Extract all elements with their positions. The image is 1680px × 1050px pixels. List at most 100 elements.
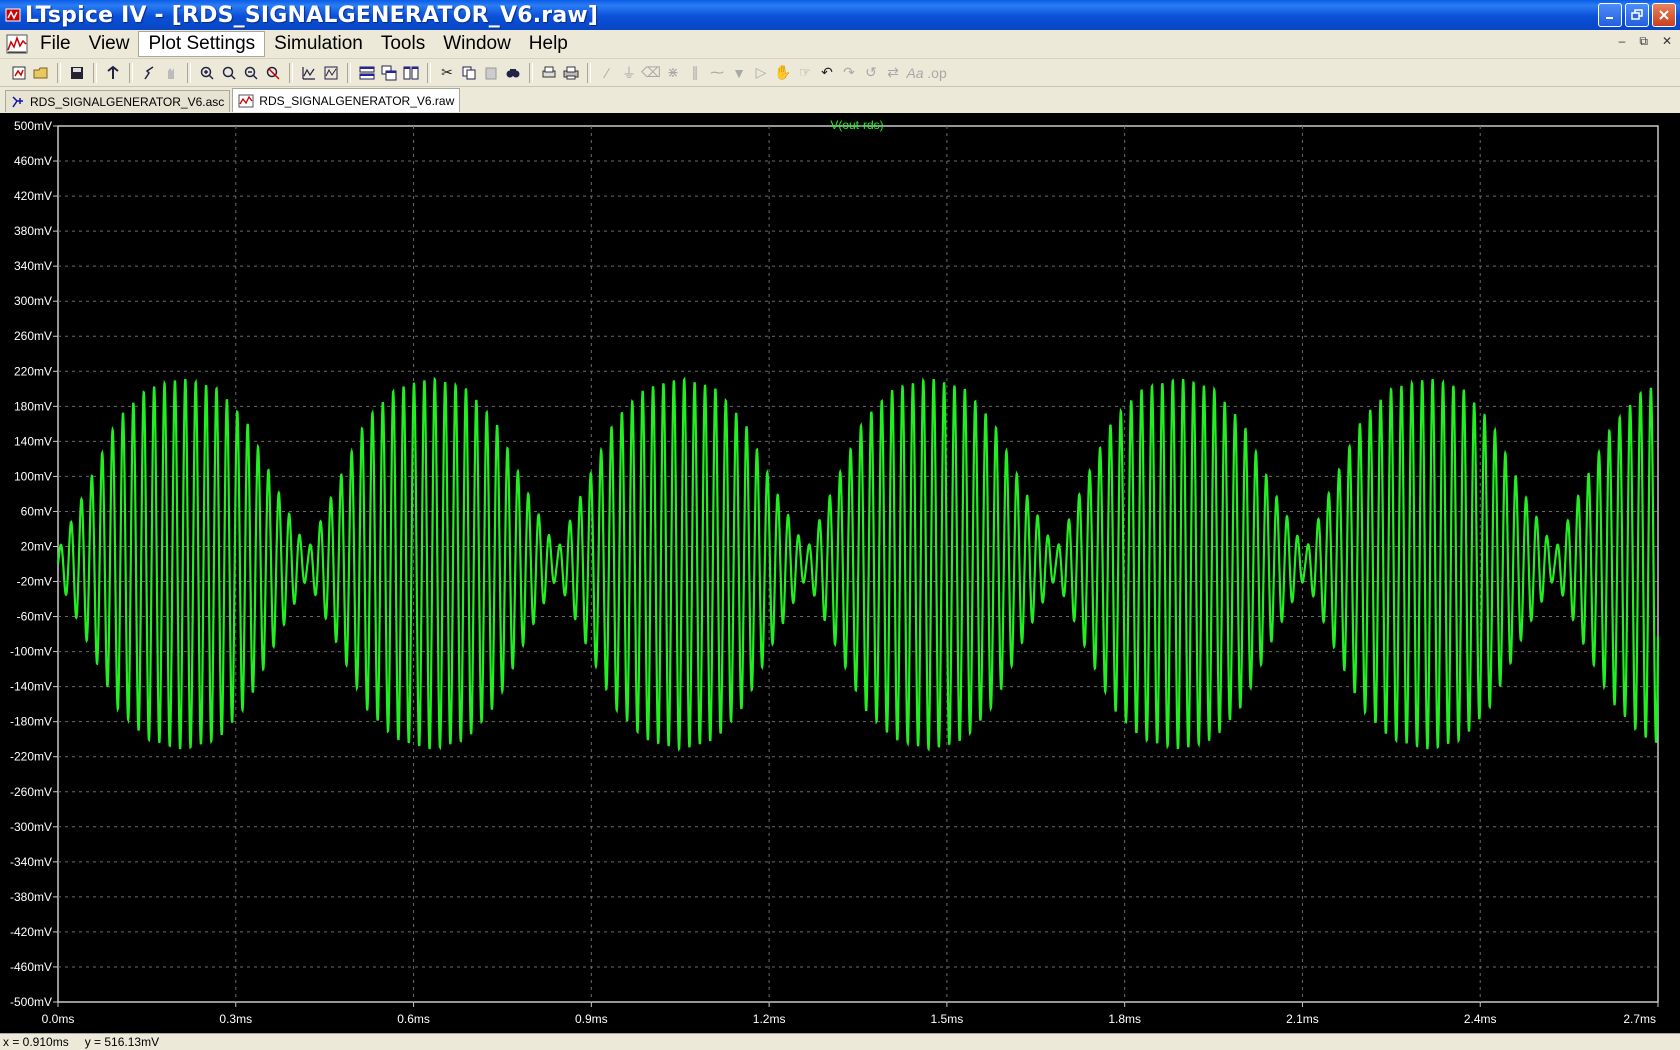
toolbar-separator xyxy=(57,62,61,83)
waveform-plot-pane[interactable]: 500mV 460mV 420mV 380mV 340mV 300mV 260mV 220mV… xyxy=(0,113,1680,1033)
waveform-chart[interactable]: 500mV 460mV 420mV 380mV 340mV 300mV 260mV 220mV… xyxy=(0,113,1680,1033)
cursor-x-readout: x = 0.910ms xyxy=(3,1035,69,1049)
tab-schematic[interactable]: RDS_SIGNALGENERATOR_V6.asc xyxy=(5,90,231,112)
waveform-doc-icon[interactable] xyxy=(3,32,31,56)
y-tick-label: 220mV xyxy=(14,364,52,378)
toolbar-separator xyxy=(129,62,133,83)
y-tick-label: 180mV xyxy=(14,399,52,413)
paste-icon[interactable] xyxy=(480,62,502,84)
mdi-minimize-button[interactable]: – xyxy=(1619,34,1626,49)
control-panel-icon[interactable] xyxy=(102,62,124,84)
mdi-restore-button[interactable]: ⧉ xyxy=(1639,34,1648,49)
capacitor-icon[interactable]: ∥ xyxy=(684,62,706,84)
tab-label: RDS_SIGNALGENERATOR_V6.asc xyxy=(30,94,225,109)
schematic-icon xyxy=(11,95,25,109)
toolbar-separator xyxy=(427,62,431,83)
zoom-out-icon[interactable] xyxy=(240,62,262,84)
label-icon[interactable]: ⌫ xyxy=(640,62,662,84)
tab-waveform[interactable]: RDS_SIGNALGENERATOR_V6.raw xyxy=(232,88,461,112)
x-tick-label: 0.6ms xyxy=(397,1012,430,1026)
manual-limits-icon[interactable] xyxy=(320,62,342,84)
mirror-icon[interactable]: ⇄ xyxy=(882,62,904,84)
close-button[interactable] xyxy=(1652,3,1676,27)
drag-icon[interactable]: ☞ xyxy=(794,62,816,84)
redo-icon[interactable]: ↷ xyxy=(838,62,860,84)
tile-horizontal-icon[interactable] xyxy=(356,62,378,84)
x-tick-label: 1.2ms xyxy=(753,1012,786,1026)
run-icon[interactable] xyxy=(138,62,160,84)
trace-label[interactable]: V(out-rds) xyxy=(830,118,883,132)
toolbar-separator xyxy=(587,62,591,83)
x-tick-label: 1.8ms xyxy=(1108,1012,1141,1026)
y-tick-label: 20mV xyxy=(21,539,52,553)
x-axis: 0.0ms 0.3ms 0.6ms 0.9ms 1.2ms 1.5ms 1.8ms 2.1ms… xyxy=(42,1002,1659,1026)
diode-icon[interactable]: ▼ xyxy=(728,62,750,84)
menu-bar: File View Plot Settings Simulation Tools… xyxy=(0,30,1680,59)
y-tick-label: -100mV xyxy=(10,645,52,659)
x-tick-label: 0.3ms xyxy=(219,1012,252,1026)
find-icon[interactable] xyxy=(502,62,524,84)
y-tick-label: -340mV xyxy=(10,855,52,869)
move-icon[interactable]: ✋ xyxy=(772,62,794,84)
status-bar: x = 0.910ms y = 516.13mV xyxy=(0,1033,1680,1050)
y-tick-label: -300mV xyxy=(10,820,52,834)
document-tabs: RDS_SIGNALGENERATOR_V6.asc RDS_SIGNALGEN… xyxy=(0,88,1680,112)
menu-view[interactable]: View xyxy=(80,31,139,57)
halt-icon[interactable] xyxy=(160,62,182,84)
menu-file[interactable]: File xyxy=(31,31,80,57)
x-tick-label: 0.0ms xyxy=(42,1012,75,1026)
y-tick-label: 380mV xyxy=(14,224,52,238)
text-icon[interactable]: Aa xyxy=(904,62,926,84)
y-tick-label: -140mV xyxy=(10,680,52,694)
x-tick-label: 2.4ms xyxy=(1464,1012,1497,1026)
y-tick-label: -180mV xyxy=(10,715,52,729)
y-tick-label: -500mV xyxy=(10,995,52,1009)
autorange-icon[interactable] xyxy=(298,62,320,84)
x-tick-label: 1.5ms xyxy=(931,1012,964,1026)
print-icon[interactable] xyxy=(560,62,582,84)
zoom-fit-icon[interactable] xyxy=(262,62,284,84)
wire-icon[interactable]: ∕ xyxy=(596,62,618,84)
cursor-y-readout: y = 516.13mV xyxy=(84,1035,160,1049)
menu-help[interactable]: Help xyxy=(520,31,577,57)
zoom-pan-icon[interactable] xyxy=(218,62,240,84)
cascade-icon[interactable] xyxy=(378,62,400,84)
rotate-icon[interactable]: ↺ xyxy=(860,62,882,84)
y-tick-label: -420mV xyxy=(10,925,52,939)
y-tick-label: 60mV xyxy=(21,504,52,518)
resistor-icon[interactable]: ⋇ xyxy=(662,62,684,84)
y-tick-label: -380mV xyxy=(10,890,52,904)
y-tick-label: 500mV xyxy=(14,119,52,133)
print-preview-icon[interactable] xyxy=(538,62,560,84)
y-tick-label: 460mV xyxy=(14,154,52,168)
save-icon[interactable] xyxy=(66,62,88,84)
spice-directive-icon[interactable]: .op xyxy=(926,62,948,84)
x-tick-label: 0.9ms xyxy=(575,1012,608,1026)
ltspice-app-icon[interactable] xyxy=(5,7,21,23)
waveform-icon xyxy=(238,94,254,108)
y-tick-label: -220mV xyxy=(10,750,52,764)
x-tick-label: 2.1ms xyxy=(1286,1012,1319,1026)
y-tick-label: 260mV xyxy=(14,329,52,343)
inductor-icon[interactable]: ⁓ xyxy=(706,62,728,84)
menu-plot-settings[interactable]: Plot Settings xyxy=(138,31,266,57)
mdi-close-button[interactable]: ✕ xyxy=(1662,34,1672,49)
minimize-button[interactable] xyxy=(1598,3,1622,27)
zoom-in-icon[interactable] xyxy=(196,62,218,84)
new-schematic-icon[interactable] xyxy=(8,62,30,84)
toolbar-separator xyxy=(347,62,351,83)
cut-icon[interactable]: ✂ xyxy=(436,62,458,84)
undo-icon[interactable]: ↶ xyxy=(816,62,838,84)
tile-vertical-icon[interactable] xyxy=(400,62,422,84)
menu-window[interactable]: Window xyxy=(434,31,520,57)
toolbar-separator xyxy=(289,62,293,83)
ground-icon[interactable]: ⏚ xyxy=(618,62,640,84)
menu-tools[interactable]: Tools xyxy=(372,31,434,57)
y-tick-label: -460mV xyxy=(10,960,52,974)
open-icon[interactable] xyxy=(30,62,52,84)
y-tick-label: -260mV xyxy=(10,785,52,799)
copy-icon[interactable] xyxy=(458,62,480,84)
restore-button[interactable] xyxy=(1625,3,1649,27)
menu-simulation[interactable]: Simulation xyxy=(265,31,372,57)
component-icon[interactable]: ▷ xyxy=(750,62,772,84)
